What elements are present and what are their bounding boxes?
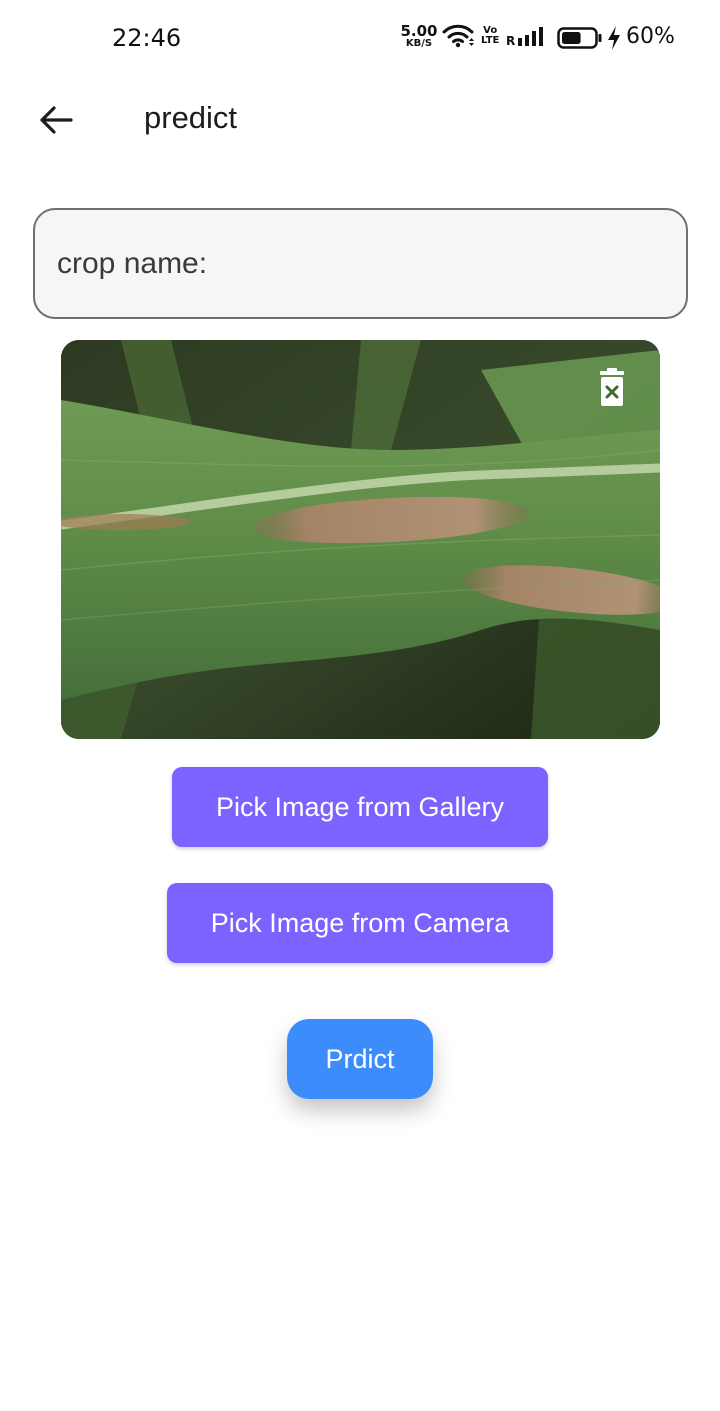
trash-icon[interactable] bbox=[596, 368, 628, 408]
pick-from-camera-button[interactable]: Pick Image from Camera bbox=[167, 883, 553, 963]
status-bar: 22:46 5.00 KB/S Vo LTE R 60% bbox=[0, 0, 720, 76]
roaming-indicator: R bbox=[506, 34, 515, 48]
leaf-photo bbox=[61, 340, 660, 739]
status-time: 22:46 bbox=[112, 24, 182, 52]
page-title: predict bbox=[144, 100, 238, 135]
volte-icon: Vo LTE bbox=[481, 26, 499, 46]
crop-name-field[interactable] bbox=[33, 208, 688, 319]
back-button[interactable] bbox=[30, 96, 82, 144]
wifi-icon bbox=[442, 24, 474, 48]
battery-percent: 60% bbox=[626, 24, 675, 49]
predict-button[interactable]: Prdict bbox=[287, 1019, 433, 1099]
network-speed: 5.00 KB/S bbox=[400, 24, 438, 49]
network-speed-value: 5.00 bbox=[400, 22, 438, 40]
charging-bolt-icon bbox=[608, 26, 620, 50]
crop-name-input[interactable] bbox=[57, 246, 686, 281]
signal-icon: R bbox=[506, 27, 543, 48]
battery-icon bbox=[557, 27, 602, 49]
image-preview bbox=[61, 340, 660, 739]
arrow-left-icon bbox=[40, 106, 73, 134]
network-speed-unit: KB/S bbox=[405, 38, 433, 49]
volte-bottom-label: LTE bbox=[481, 35, 500, 46]
pick-from-gallery-button[interactable]: Pick Image from Gallery bbox=[172, 767, 548, 847]
